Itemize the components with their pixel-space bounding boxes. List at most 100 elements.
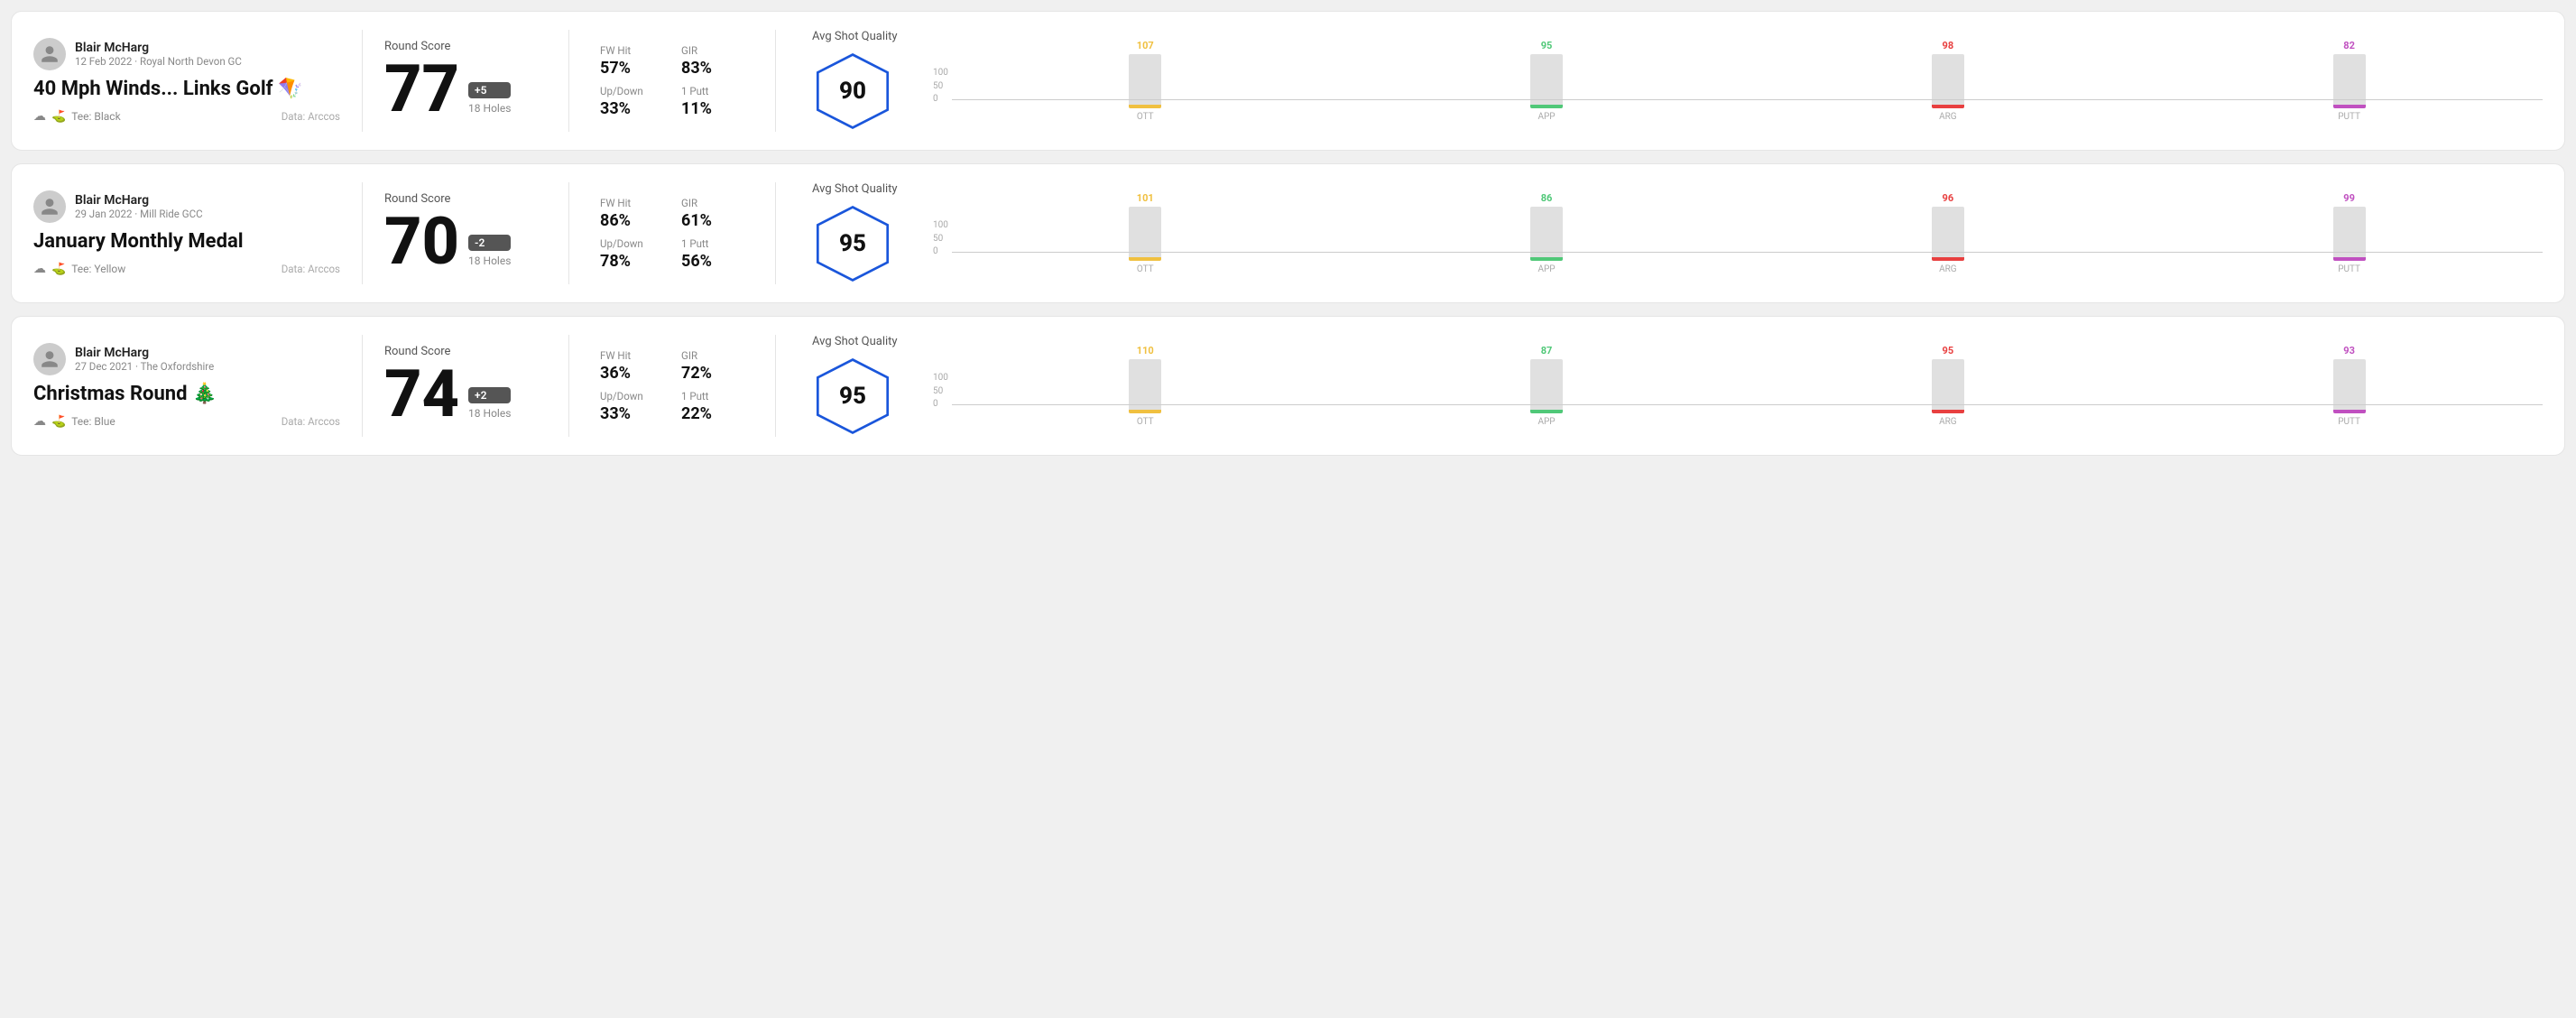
gir-label-1: GIR (681, 44, 744, 57)
bar-col-arg: 95 ARG (1754, 345, 2141, 427)
bar-axis-label-putt: PUTT (2338, 112, 2360, 122)
divider-mid-1 (568, 30, 569, 132)
score-number-3: 74 (384, 362, 459, 427)
quality-label-2: Avg Shot Quality (812, 182, 898, 196)
bar-value-putt: 82 (2343, 40, 2355, 51)
updown-value-2: 78% (600, 252, 663, 271)
gir-item-2: GIR 61% (681, 197, 744, 230)
player-date-2: 29 Jan 2022 · Mill Ride GCC (75, 208, 203, 220)
hexagon-container-1: 90 (812, 51, 893, 132)
divider-left-1 (362, 30, 363, 132)
gir-label-2: GIR (681, 197, 744, 209)
bar-value-ott: 110 (1137, 345, 1154, 356)
bar-fill-app (1530, 410, 1563, 413)
chart-section-3: 100 50 0 110 OTT 87 APP 95 (924, 345, 2543, 427)
weather-icon-3: ☁ (33, 414, 46, 429)
score-badge-col-3: +2 18 Holes (468, 387, 511, 427)
hexagon-2: 95 (812, 203, 893, 284)
bar-axis-label-app: APP (1537, 112, 1555, 122)
oneputt-value-3: 22% (681, 404, 744, 423)
score-main-row-1: 77 +5 18 Holes (384, 57, 547, 122)
hexagon-container-3: 95 (812, 356, 893, 437)
bar-fill-ott (1129, 257, 1161, 261)
bar-axis-label-ott: OTT (1137, 264, 1154, 274)
bar-col-putt: 93 PUTT (2156, 345, 2543, 427)
bar-value-putt: 99 (2343, 192, 2355, 204)
bar-col-ott: 110 OTT (952, 345, 1339, 427)
avatar-3 (33, 343, 66, 375)
bar-fill-app (1530, 257, 1563, 261)
bar-fill-ott (1129, 105, 1161, 108)
bar-axis-label-app: APP (1537, 417, 1555, 427)
player-row-3: Blair McHarg 27 Dec 2021 · The Oxfordshi… (33, 343, 340, 375)
weather-icon-2: ☁ (33, 262, 46, 276)
bar-col-app: 95 APP (1353, 40, 1740, 122)
tee-row-2: ☁ ⛳ Tee: Yellow Data: Arccos (33, 262, 340, 276)
gir-value-2: 61% (681, 211, 744, 230)
player-name-1: Blair McHarg (75, 41, 242, 55)
updown-label-1: Up/Down (600, 85, 663, 97)
bar-axis-label-putt: PUTT (2338, 264, 2360, 274)
person-icon (40, 197, 60, 217)
score-number-2: 70 (384, 209, 459, 274)
bar-value-app: 95 (1541, 40, 1553, 51)
player-info-2: Blair McHarg 29 Jan 2022 · Mill Ride GCC (75, 193, 203, 220)
bar-fill-arg (1932, 257, 1964, 261)
oneputt-item-2: 1 Putt 56% (681, 237, 744, 271)
gir-item-3: GIR 72% (681, 349, 744, 383)
player-date-3: 27 Dec 2021 · The Oxfordshire (75, 360, 214, 373)
stats-grid-2: FW Hit 86% GIR 61% Up/Down 78% 1 Putt 56… (600, 197, 744, 271)
bar-col-arg: 96 ARG (1754, 192, 2141, 274)
fw-hit-item-3: FW Hit 36% (600, 349, 663, 383)
data-source-1: Data: Arccos (282, 110, 340, 123)
oneputt-label-1: 1 Putt (681, 85, 744, 97)
golf-icon-3: ⛳ (51, 415, 66, 429)
divider-right-3 (775, 335, 776, 437)
score-number-1: 77 (384, 57, 459, 122)
round-card-3: Blair McHarg 27 Dec 2021 · The Oxfordshi… (11, 316, 2565, 456)
divider-left-3 (362, 335, 363, 437)
stats-section-2: FW Hit 86% GIR 61% Up/Down 78% 1 Putt 56… (591, 197, 753, 271)
bar-value-ott: 101 (1137, 192, 1154, 204)
stats-grid-3: FW Hit 36% GIR 72% Up/Down 33% 1 Putt 22… (600, 349, 744, 423)
bar-stack-app (1530, 54, 1563, 108)
quality-score-3: 95 (839, 383, 866, 410)
tee-label-1: Tee: Black (71, 110, 120, 123)
bar-col-ott: 101 OTT (952, 192, 1339, 274)
tee-label-2: Tee: Yellow (71, 263, 125, 275)
bar-stack-arg (1932, 54, 1964, 108)
bar-col-app: 87 APP (1353, 345, 1740, 427)
card-left-2: Blair McHarg 29 Jan 2022 · Mill Ride GCC… (33, 190, 340, 276)
updown-label-2: Up/Down (600, 237, 663, 250)
tee-info-2: ☁ ⛳ Tee: Yellow (33, 262, 125, 276)
quality-section-2: Avg Shot Quality 95 (798, 182, 924, 284)
golf-icon-1: ⛳ (51, 110, 66, 124)
bar-axis-label-ott: OTT (1137, 417, 1154, 427)
tee-info-3: ☁ ⛳ Tee: Blue (33, 414, 115, 429)
score-section-1: Round Score 77 +5 18 Holes (384, 40, 547, 122)
bar-value-ott: 107 (1137, 40, 1154, 51)
stats-section-3: FW Hit 36% GIR 72% Up/Down 33% 1 Putt 22… (591, 349, 753, 423)
round-card-2: Blair McHarg 29 Jan 2022 · Mill Ride GCC… (11, 163, 2565, 303)
player-name-3: Blair McHarg (75, 346, 214, 360)
bar-fill-arg (1932, 105, 1964, 108)
quality-label-3: Avg Shot Quality (812, 335, 898, 348)
score-holes-3: 18 Holes (468, 407, 511, 420)
bar-fill-app (1530, 105, 1563, 108)
bar-stack-ott (1129, 54, 1161, 108)
score-section-2: Round Score 70 -2 18 Holes (384, 192, 547, 274)
bar-stack-putt (2333, 54, 2366, 108)
person-icon (40, 349, 60, 369)
divider-right-1 (775, 30, 776, 132)
data-source-3: Data: Arccos (282, 415, 340, 428)
oneputt-value-2: 56% (681, 252, 744, 271)
bar-col-putt: 99 PUTT (2156, 192, 2543, 274)
divider-mid-2 (568, 182, 569, 284)
bar-fill-arg (1932, 410, 1964, 413)
bar-stack-putt (2333, 359, 2366, 413)
round-card-1: Blair McHarg 12 Feb 2022 · Royal North D… (11, 11, 2565, 151)
fw-hit-label-2: FW Hit (600, 197, 663, 209)
bar-axis-label-arg: ARG (1939, 264, 1957, 274)
gir-value-3: 72% (681, 364, 744, 383)
quality-score-2: 95 (839, 230, 866, 257)
